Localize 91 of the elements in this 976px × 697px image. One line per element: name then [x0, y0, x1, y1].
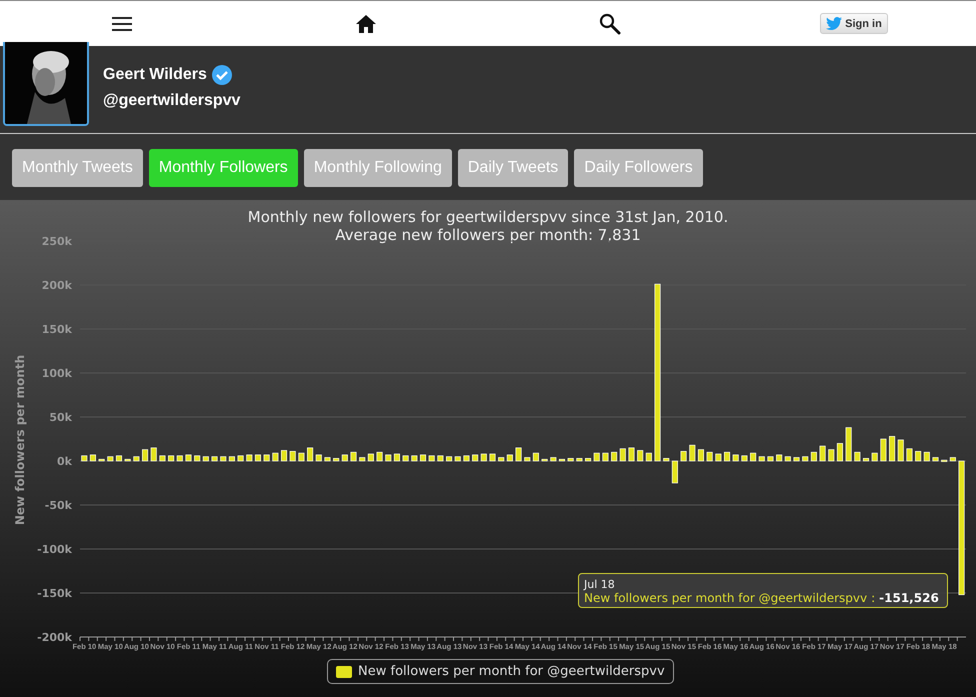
bar[interactable] — [724, 452, 730, 462]
y-axis-label: 50k — [49, 411, 72, 424]
bar[interactable] — [689, 444, 696, 462]
bar[interactable] — [854, 452, 860, 462]
bar[interactable] — [376, 452, 383, 462]
y-axis-label: -200k — [37, 631, 72, 644]
bar[interactable] — [767, 456, 774, 462]
tab[interactable]: Daily Followers — [574, 149, 703, 187]
profile-handle: @geertwilderspvv — [103, 92, 240, 110]
bar[interactable] — [168, 455, 174, 462]
bar[interactable] — [932, 457, 939, 462]
bar[interactable] — [741, 455, 748, 462]
tab[interactable]: Daily Tweets — [458, 149, 568, 187]
chart-legend[interactable]: New followers per month for @geertwilderspvv — [327, 659, 674, 684]
tab[interactable]: Monthly Tweets — [12, 149, 143, 187]
bar[interactable] — [238, 455, 244, 462]
bar[interactable] — [159, 455, 166, 462]
tab[interactable]: Monthly Followers — [148, 149, 298, 187]
sign-in-button[interactable]: Sign in — [820, 13, 888, 34]
bar[interactable] — [463, 455, 470, 462]
bar[interactable] — [411, 455, 418, 462]
bar[interactable] — [228, 456, 235, 462]
bar[interactable] — [889, 436, 896, 462]
bar[interactable] — [402, 455, 409, 462]
bar[interactable] — [280, 450, 288, 462]
bar[interactable] — [611, 452, 618, 462]
y-axis-label: -100k — [37, 543, 72, 556]
bar[interactable] — [420, 454, 426, 462]
bar[interactable] — [941, 460, 948, 462]
tooltip-series: New followers per month for @geertwilderspvv — [584, 591, 868, 605]
tooltip-date: Jul 18 — [584, 578, 615, 591]
profile-name: Geert Wilders — [103, 66, 207, 84]
bar[interactable] — [654, 284, 661, 462]
bar[interactable] — [142, 449, 148, 462]
bar[interactable] — [254, 454, 261, 462]
bar[interactable] — [116, 455, 122, 462]
bar[interactable] — [820, 446, 826, 462]
y-axis-label: -150k — [37, 587, 72, 600]
bar[interactable] — [90, 454, 96, 462]
bar[interactable] — [698, 449, 704, 462]
bar[interactable] — [489, 454, 496, 462]
y-axis-label: 150k — [42, 323, 72, 336]
bar[interactable] — [185, 454, 192, 462]
bar[interactable] — [176, 455, 183, 462]
bar[interactable] — [558, 458, 566, 462]
bar[interactable] — [862, 458, 870, 462]
bar[interactable] — [706, 452, 713, 462]
y-axis-label: 200k — [42, 279, 72, 292]
bar[interactable] — [437, 455, 444, 462]
bar[interactable] — [307, 448, 314, 462]
bar[interactable] — [446, 456, 452, 462]
bar[interactable] — [516, 448, 522, 462]
bar[interactable] — [680, 451, 687, 462]
bar[interactable] — [350, 452, 357, 462]
chart-title: Average new followers per month: 7,831 — [335, 226, 641, 244]
bar[interactable] — [428, 455, 435, 462]
bar[interactable] — [620, 448, 626, 462]
bar[interactable] — [672, 460, 678, 484]
bar[interactable] — [810, 452, 817, 462]
bar[interactable] — [98, 458, 105, 462]
bar[interactable] — [750, 452, 756, 462]
bar[interactable] — [124, 458, 131, 462]
bar[interactable] — [906, 448, 912, 462]
bar[interactable] — [628, 448, 635, 462]
bar[interactable] — [924, 452, 930, 462]
bar[interactable] — [532, 452, 539, 462]
bar[interactable] — [602, 452, 608, 462]
legend-label: New followers per month for @geertwilderspvv — [358, 664, 665, 679]
bar[interactable] — [212, 456, 218, 462]
menu-icon[interactable] — [112, 16, 132, 32]
bar[interactable] — [585, 458, 592, 462]
bar[interactable] — [394, 454, 400, 462]
bar[interactable] — [194, 455, 200, 462]
bar[interactable] — [958, 460, 965, 596]
bar[interactable] — [81, 455, 88, 462]
bar[interactable] — [836, 443, 843, 462]
bar[interactable] — [793, 457, 800, 462]
bird-icon — [826, 17, 842, 30]
y-axis-label: 100k — [42, 367, 72, 380]
tooltip-value: -151,526 — [879, 591, 939, 605]
chart-title: Monthly new followers for geertwilderspvv since 31st Jan, 2010. — [248, 208, 728, 226]
home-icon[interactable] — [356, 14, 376, 32]
bar[interactable] — [324, 457, 330, 462]
y-axis-label: -50k — [44, 499, 72, 512]
y-axis-label: 0k — [57, 455, 72, 468]
y-axis-title: New followers per month — [13, 354, 27, 526]
tab[interactable]: Monthly Following — [304, 149, 452, 187]
search-icon[interactable] — [599, 12, 621, 34]
y-axis-label: 250k — [42, 235, 72, 248]
bar[interactable] — [542, 458, 548, 462]
tooltip-separator: : — [871, 591, 876, 605]
